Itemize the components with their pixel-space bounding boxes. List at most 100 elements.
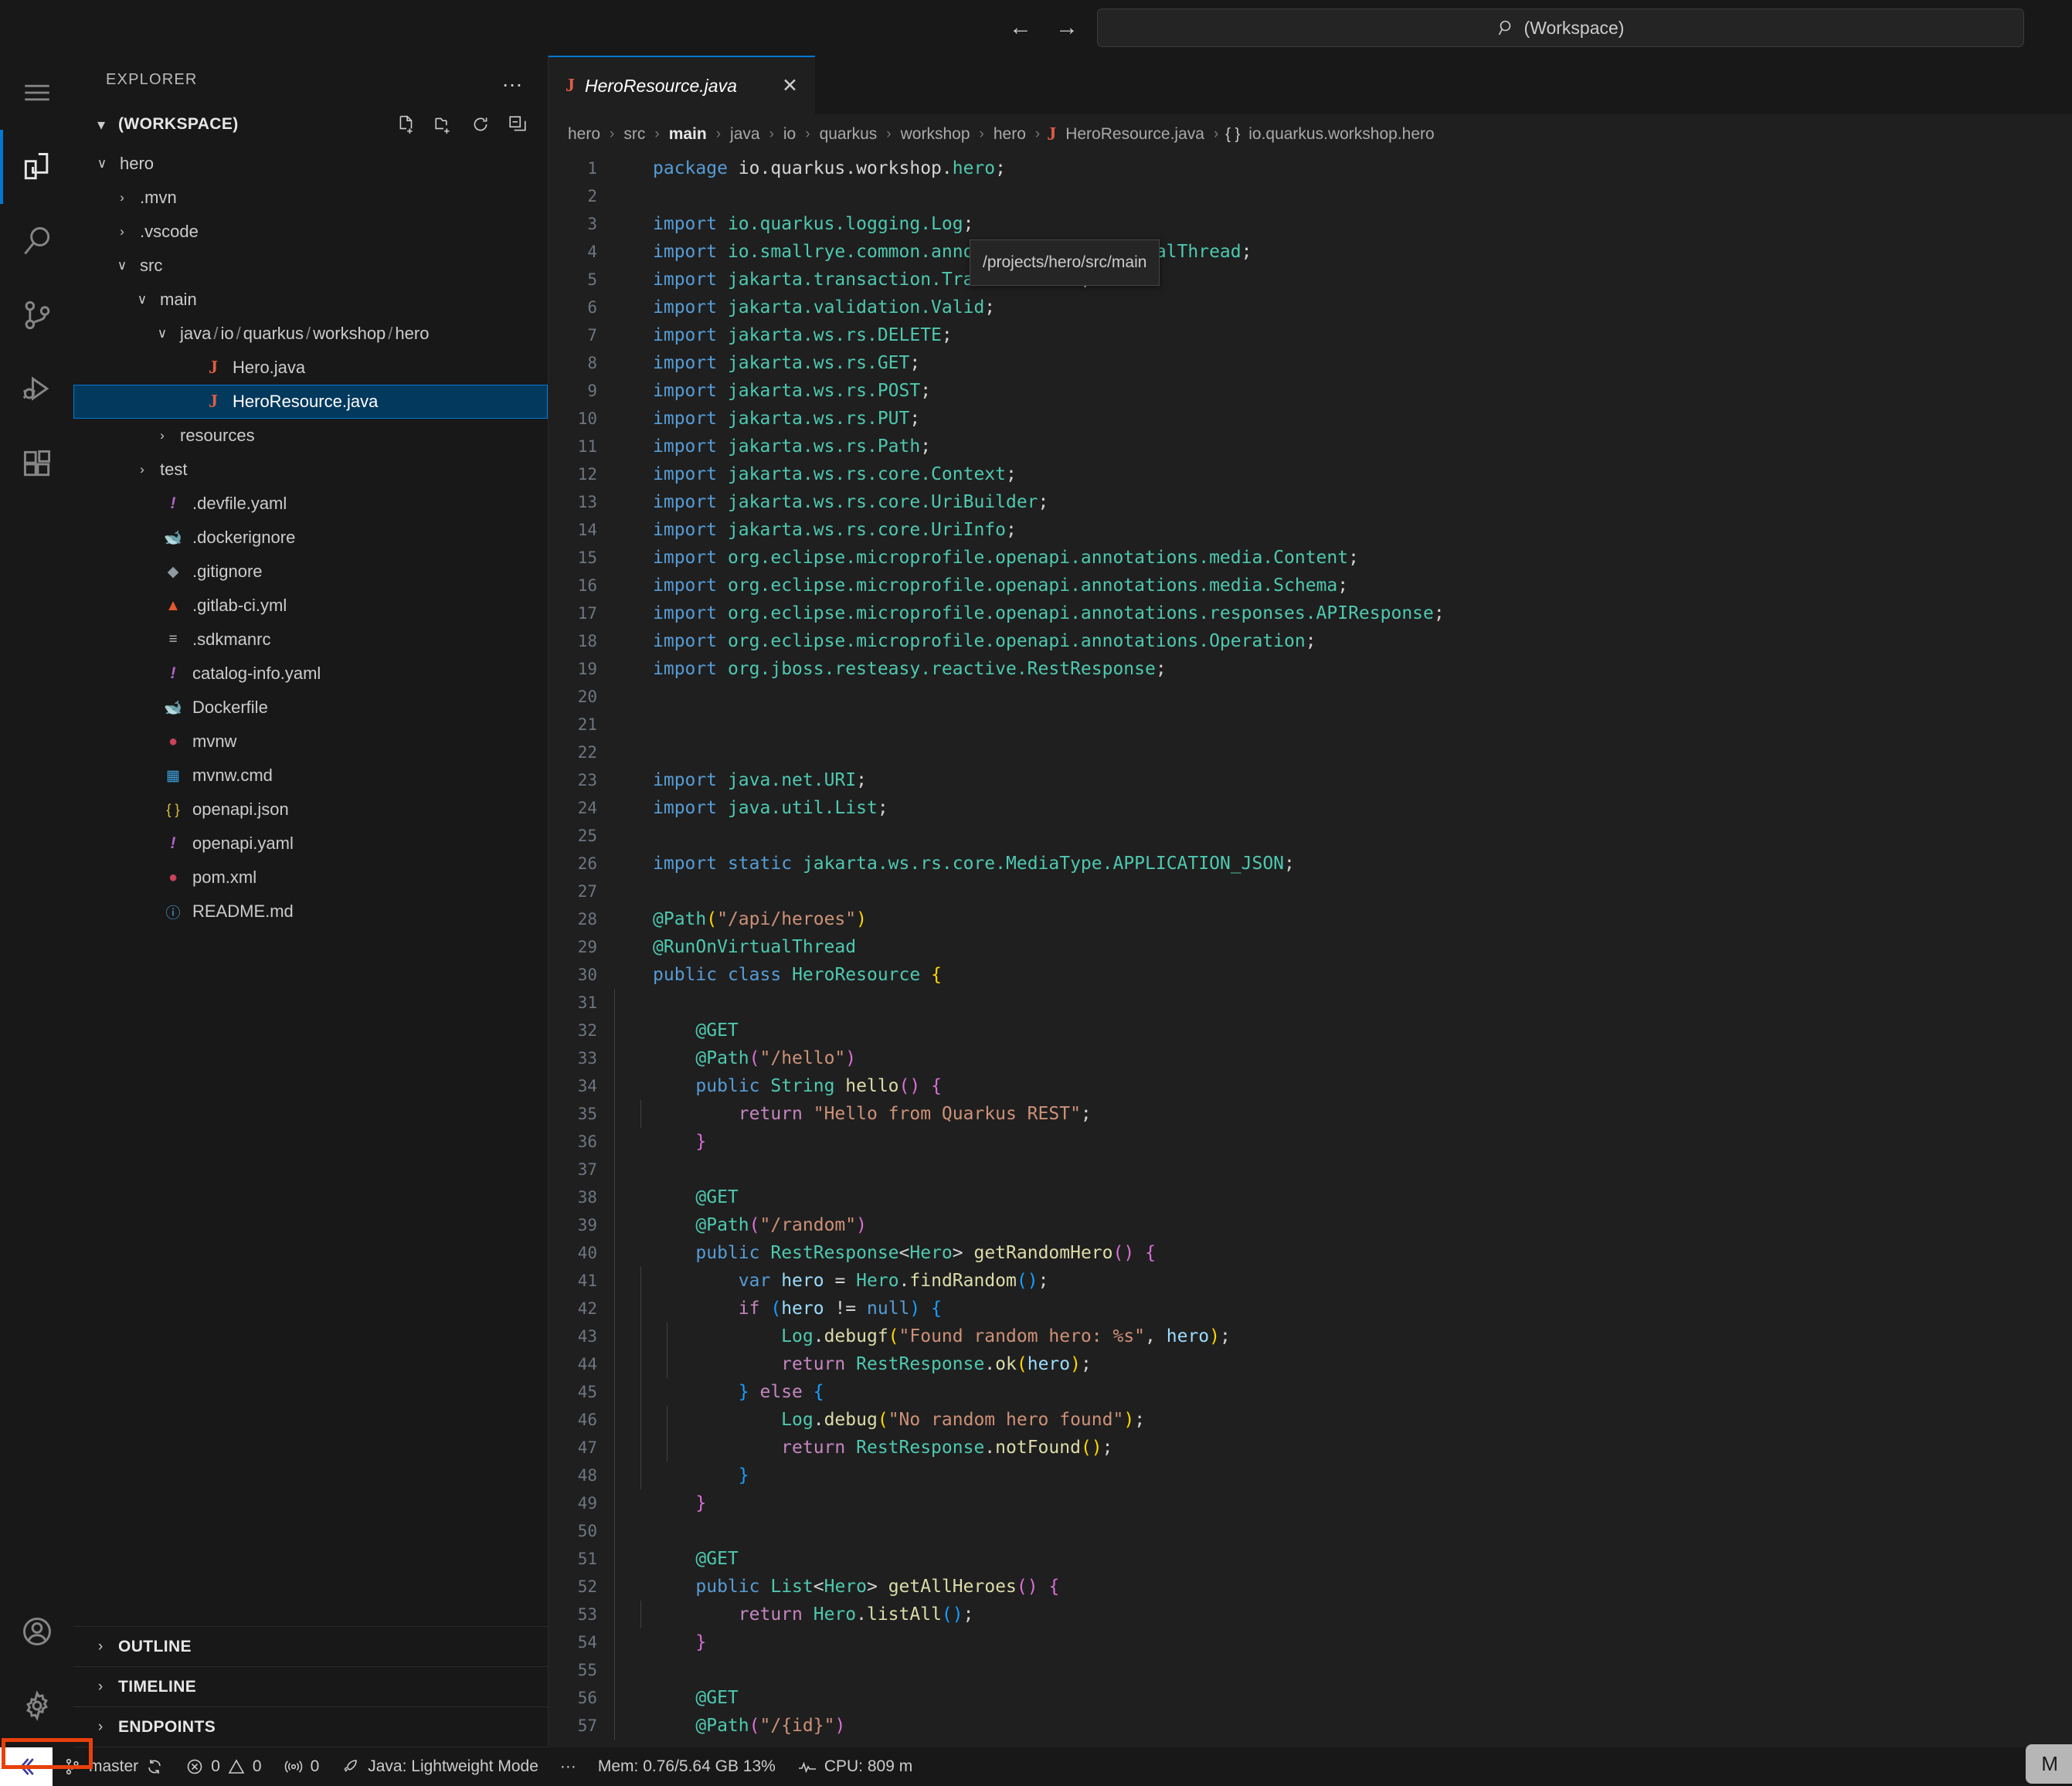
- code-line[interactable]: 47 return RestResponse.notFound();: [549, 1434, 2072, 1462]
- code-line[interactable]: 39 @Path("/random"): [549, 1211, 2072, 1239]
- code-line[interactable]: 49 }: [549, 1489, 2072, 1517]
- code-line[interactable]: 54 }: [549, 1628, 2072, 1656]
- code-line[interactable]: 16import org.eclipse.microprofile.openap…: [549, 572, 2072, 599]
- code-line[interactable]: 2: [549, 182, 2072, 210]
- gear-icon[interactable]: [0, 1669, 73, 1743]
- code-line[interactable]: 24import java.util.List;: [549, 794, 2072, 822]
- code-line[interactable]: 25: [549, 822, 2072, 850]
- code-line[interactable]: 13import jakarta.ws.rs.core.UriBuilder;: [549, 488, 2072, 516]
- code-line[interactable]: 8import jakarta.ws.rs.GET;: [549, 349, 2072, 377]
- breadcrumb-item-hero[interactable]: hero: [566, 125, 603, 144]
- code-line[interactable]: 33 @Path("/hello"): [549, 1044, 2072, 1072]
- code-line[interactable]: 19import org.jboss.resteasy.reactive.Res…: [549, 655, 2072, 683]
- breadcrumb-item-quarkus[interactable]: quarkus: [817, 125, 880, 144]
- remote-window-indicator[interactable]: [0, 1747, 53, 1786]
- tree-item-readme-md[interactable]: ⓘREADME.md: [73, 895, 548, 929]
- code-line[interactable]: 43 Log.debugf("Found random hero: %s", h…: [549, 1323, 2072, 1350]
- code-line[interactable]: 4import io.smallrye.common.annotation.Ru…: [549, 238, 2072, 266]
- tree-item--gitignore[interactable]: ◆.gitignore: [73, 555, 548, 589]
- tree-item-heroresource-java[interactable]: JHeroResource.java: [73, 385, 548, 419]
- code-line[interactable]: 27: [549, 878, 2072, 905]
- code-line[interactable]: 57 @Path("/{id}"): [549, 1712, 2072, 1740]
- code-line[interactable]: 35 return "Hello from Quarkus REST";: [549, 1100, 2072, 1128]
- tree-item--gitlab-ci-yml[interactable]: ▲.gitlab-ci.yml: [73, 589, 548, 623]
- code-line[interactable]: 36 }: [549, 1128, 2072, 1156]
- breadcrumb-item-java[interactable]: java: [728, 125, 763, 144]
- code-line[interactable]: 21: [549, 711, 2072, 739]
- code-line[interactable]: 18import org.eclipse.microprofile.openap…: [549, 627, 2072, 655]
- tree-item-catalog-info-yaml[interactable]: !catalog-info.yaml: [73, 657, 548, 691]
- status-branch[interactable]: master: [53, 1747, 175, 1786]
- tree-item-dockerfile[interactable]: 🐋Dockerfile: [73, 691, 548, 725]
- code-line[interactable]: 52 public List<Hero> getAllHeroes() {: [549, 1573, 2072, 1601]
- activitybar-item-run-debug[interactable]: [0, 352, 73, 426]
- code-line[interactable]: 32 @GET: [549, 1017, 2072, 1044]
- code-line[interactable]: 26import static jakarta.ws.rs.core.Media…: [549, 850, 2072, 878]
- activitybar-item-search[interactable]: [0, 204, 73, 278]
- code-line[interactable]: 23import java.net.URI;: [549, 766, 2072, 794]
- tree-item--sdkmanrc[interactable]: ≡.sdkmanrc: [73, 623, 548, 657]
- code-line[interactable]: 53 return Hero.listAll();: [549, 1601, 2072, 1628]
- breadcrumb-item-src[interactable]: src: [621, 125, 647, 144]
- new-file-icon[interactable]: [396, 114, 416, 134]
- panel-section-timeline[interactable]: ›TIMELINE: [73, 1667, 548, 1707]
- close-icon[interactable]: ✕: [782, 74, 798, 97]
- code-line[interactable]: 41 var hero = Hero.findRandom();: [549, 1267, 2072, 1295]
- tree-item--devfile-yaml[interactable]: !.devfile.yaml: [73, 487, 548, 521]
- tree-item-src[interactable]: ∨src: [73, 249, 548, 283]
- tree-item-openapi-yaml[interactable]: !openapi.yaml: [73, 827, 548, 861]
- new-folder-icon[interactable]: [433, 114, 453, 134]
- status-memory[interactable]: Mem: 0.76/5.64 GB 13%: [587, 1747, 786, 1786]
- breadcrumb-item-io[interactable]: io: [781, 125, 798, 144]
- status-ports[interactable]: 0: [273, 1747, 331, 1786]
- code-line[interactable]: 38 @GET: [549, 1183, 2072, 1211]
- code-line[interactable]: 28@Path("/api/heroes"): [549, 905, 2072, 933]
- code-line[interactable]: 10import jakarta.ws.rs.PUT;: [549, 405, 2072, 433]
- breadcrumb-item-workshop[interactable]: workshop: [898, 125, 973, 144]
- breadcrumb-item-main[interactable]: main: [667, 125, 709, 144]
- code-line[interactable]: 17import org.eclipse.microprofile.openap…: [549, 599, 2072, 627]
- code-line[interactable]: 11import jakarta.ws.rs.Path;: [549, 433, 2072, 460]
- tree-item-hero-java[interactable]: JHero.java: [73, 351, 548, 385]
- activitybar-item-explorer[interactable]: [0, 130, 73, 204]
- status-problems[interactable]: 0 0: [175, 1747, 272, 1786]
- panel-section-outline[interactable]: ›OUTLINE: [73, 1627, 548, 1667]
- code-line[interactable]: 56 @GET: [549, 1684, 2072, 1712]
- code-line[interactable]: 9import jakarta.ws.rs.POST;: [549, 377, 2072, 405]
- tree-item-java-io-quarkus-workshop-hero[interactable]: ∨java/io/quarkus/workshop/hero: [73, 317, 548, 351]
- code-line[interactable]: 40 public RestResponse<Hero> getRandomHe…: [549, 1239, 2072, 1267]
- accounts-icon[interactable]: [0, 1594, 73, 1669]
- tree-item-mvnw-cmd[interactable]: ▦mvnw.cmd: [73, 759, 548, 793]
- refresh-icon[interactable]: [470, 114, 491, 134]
- tree-item--vscode[interactable]: ›.vscode: [73, 215, 548, 249]
- workspace-section-header[interactable]: ▾ (WORKSPACE): [73, 104, 548, 145]
- tree-item--dockerignore[interactable]: 🐋.dockerignore: [73, 521, 548, 555]
- code-line[interactable]: 55: [549, 1656, 2072, 1684]
- breadcrumb-item-hero[interactable]: hero: [991, 125, 1028, 144]
- code-line[interactable]: 1package io.quarkus.workshop.hero;: [549, 154, 2072, 182]
- forward-icon[interactable]: →: [1052, 13, 1082, 42]
- menu-icon[interactable]: [0, 56, 73, 130]
- editor-tab-heroresource[interactable]: J HeroResource.java ✕: [549, 56, 815, 114]
- code-line[interactable]: 50: [549, 1517, 2072, 1545]
- collapse-all-icon[interactable]: [508, 114, 528, 134]
- panel-section-endpoints[interactable]: ›ENDPOINTS: [73, 1707, 548, 1747]
- explorer-more-actions-icon[interactable]: …: [501, 75, 525, 84]
- status-cpu[interactable]: CPU: 809 m: [786, 1747, 923, 1786]
- tree-item-mvnw[interactable]: ●mvnw: [73, 725, 548, 759]
- tree-item-resources[interactable]: ›resources: [73, 419, 548, 453]
- status-more[interactable]: ···: [549, 1747, 587, 1786]
- code-line[interactable]: 15import org.eclipse.microprofile.openap…: [549, 544, 2072, 572]
- code-line[interactable]: 6import jakarta.validation.Valid;: [549, 294, 2072, 321]
- breadcrumb-item-io-quarkus-workshop-hero[interactable]: io.quarkus.workshop.hero: [1246, 125, 1436, 144]
- code-line[interactable]: 29@RunOnVirtualThread: [549, 933, 2072, 961]
- tree-item-hero[interactable]: ∨hero: [73, 147, 548, 181]
- code-line[interactable]: 7import jakarta.ws.rs.DELETE;: [549, 321, 2072, 349]
- status-java-mode[interactable]: Java: Lightweight Mode: [330, 1747, 549, 1786]
- code-line[interactable]: 22: [549, 739, 2072, 766]
- activitybar-item-source-control[interactable]: [0, 278, 73, 352]
- code-line[interactable]: 3import io.quarkus.logging.Log;: [549, 210, 2072, 238]
- code-line[interactable]: 14import jakarta.ws.rs.core.UriInfo;: [549, 516, 2072, 544]
- code-line[interactable]: 5import jakarta.transaction.Transactiona…: [549, 266, 2072, 294]
- breadcrumb-item-heroresource-java[interactable]: HeroResource.java: [1063, 125, 1207, 144]
